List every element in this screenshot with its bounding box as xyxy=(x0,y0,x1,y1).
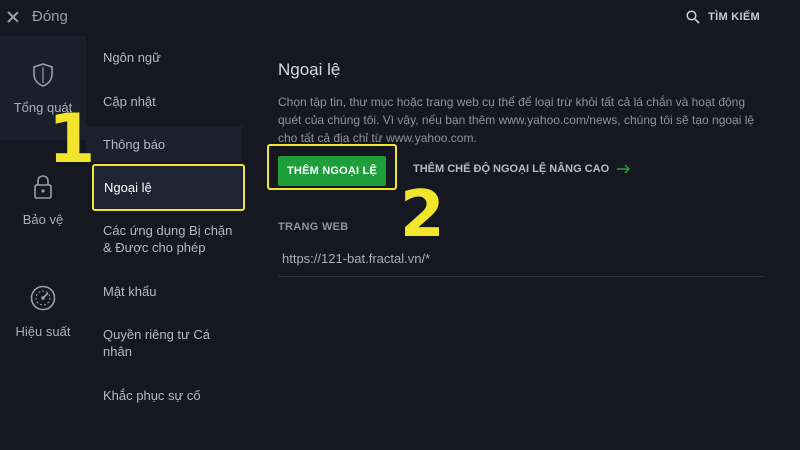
top-bar: Đóng TÌM KIẾM xyxy=(0,0,800,36)
add-advanced-exception-link[interactable]: THÊM CHẾ ĐỘ NGOẠI LỆ NÂNG CAO xyxy=(413,163,631,175)
settings-submenu: Ngôn ngữ Cập nhật Thông báo Ngoại lệ Các… xyxy=(86,36,246,450)
close-icon xyxy=(6,10,20,24)
close-button[interactable]: Đóng xyxy=(6,8,68,25)
speedometer-icon xyxy=(30,285,56,311)
submenu-item-language[interactable]: Ngôn ngữ xyxy=(86,49,242,66)
add-exception-button[interactable]: THÊM NGOẠI LỆ xyxy=(278,156,386,186)
rail-item-label: Bảo vệ xyxy=(22,212,64,227)
arrow-right-icon xyxy=(617,164,631,174)
website-exception-value: https://121-bat.fractal.vn/* xyxy=(282,251,431,266)
search-label: TÌM KIẾM xyxy=(708,11,760,23)
submenu-item-updates[interactable]: Cập nhật xyxy=(86,93,242,110)
submenu-item-notifications[interactable]: Thông báo xyxy=(86,126,242,162)
step-number-2: 2 xyxy=(400,178,445,252)
shield-icon xyxy=(33,63,53,87)
search-button[interactable]: TÌM KIẾM xyxy=(686,10,760,24)
advanced-link-label: THÊM CHẾ ĐỘ NGOẠI LỆ NÂNG CAO xyxy=(413,163,610,175)
submenu-item-troubleshooting[interactable]: Khắc phục sự cố xyxy=(86,387,242,404)
left-rail: Tổng quát Bảo vệ Hiệu suất xyxy=(0,36,86,450)
submenu-item-exceptions[interactable]: Ngoại lệ xyxy=(92,164,245,211)
website-exception-row[interactable]: https://121-bat.fractal.vn/* xyxy=(278,241,765,277)
page-description: Chọn tập tin, thư mục hoặc trang web cụ … xyxy=(278,95,755,145)
submenu-item-blocked-allowed-apps[interactable]: Các ứng dụng Bị chặn & Được cho phép xyxy=(86,222,234,256)
page-title: Ngoại lệ xyxy=(278,60,341,79)
close-label: Đóng xyxy=(32,8,68,25)
rail-item-label: Hiệu suất xyxy=(15,324,71,339)
submenu-item-passwords[interactable]: Mật khẩu xyxy=(86,283,242,300)
search-icon xyxy=(686,10,700,24)
submenu-item-personal-privacy[interactable]: Quyền riêng tư Cá nhân xyxy=(86,326,226,360)
step-number-1: 1 xyxy=(48,100,96,179)
websites-section-label: TRANG WEB xyxy=(278,221,349,233)
rail-item-performance[interactable]: Hiệu suất xyxy=(0,258,86,362)
